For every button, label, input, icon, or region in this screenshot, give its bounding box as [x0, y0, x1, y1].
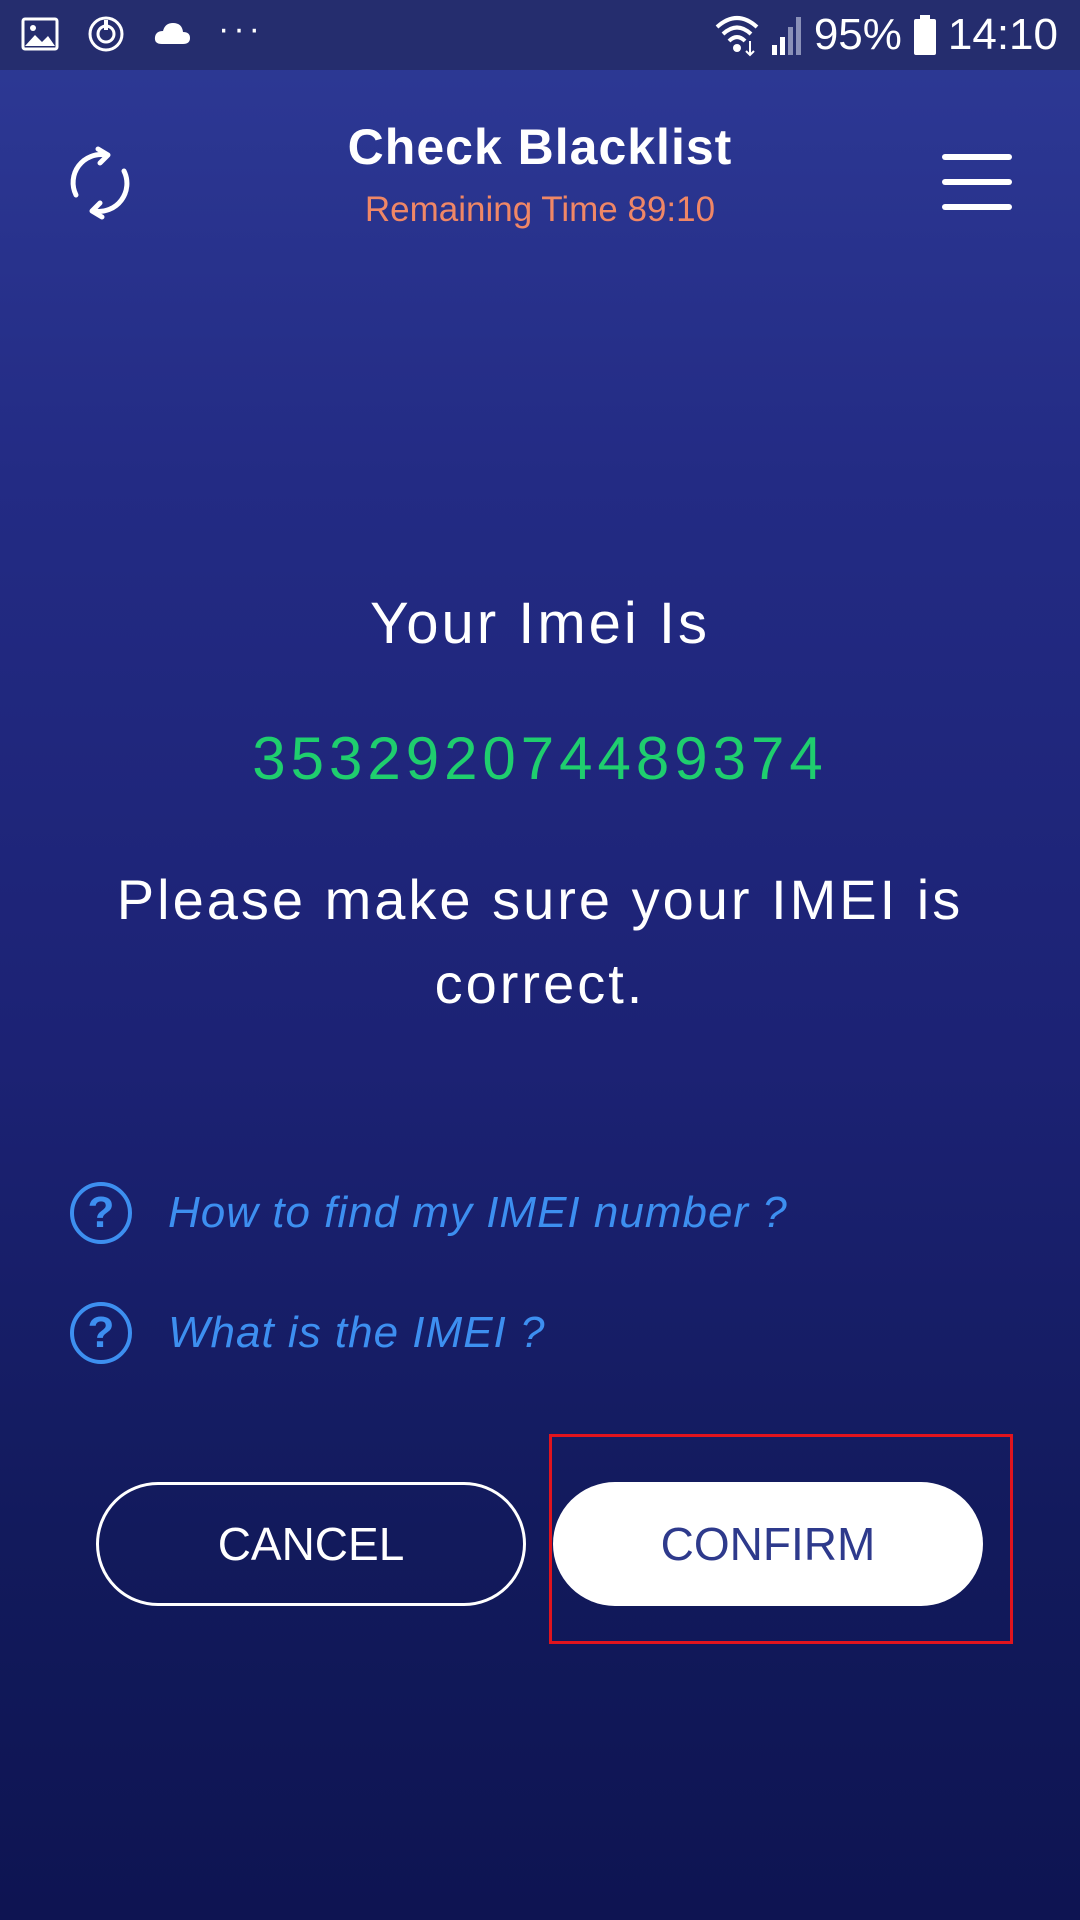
refresh-icon[interactable]	[62, 145, 138, 221]
wifi-icon	[715, 16, 759, 57]
status-bar-right: 95% 14:10	[714, 10, 1058, 60]
help-link-what-is-imei[interactable]: ? What is the IMEI ?	[70, 1298, 970, 1368]
confirm-highlight-box	[549, 1434, 1013, 1644]
page-title: Check Blacklist	[347, 119, 733, 175]
battery-icon	[913, 15, 936, 55]
imei-heading: Your Imei Is	[369, 591, 711, 656]
clock: 14:10	[947, 10, 1058, 59]
help-link-label: How to find my IMEI number ?	[168, 1188, 788, 1237]
menu-icon-bar	[942, 179, 1012, 185]
menu-icon-bar	[942, 154, 1012, 160]
question-icon: ?	[70, 1182, 132, 1244]
help-link-label: What is the IMEI ?	[168, 1308, 546, 1357]
status-bar-left: ···	[20, 10, 264, 54]
battery-percent: 95%	[813, 10, 902, 59]
imei-value: 353292074489374	[252, 725, 828, 792]
menu-icon[interactable]	[940, 150, 1016, 214]
signal-icon	[771, 17, 801, 55]
more-notifications-indicator: ···	[218, 10, 264, 48]
remaining-time: Remaining Time 89:10	[364, 190, 716, 229]
menu-icon-bar	[942, 204, 1012, 210]
imei-confirm-note: Please make sure your IMEI is correct.	[116, 868, 964, 1015]
sync-icon	[88, 16, 124, 52]
cancel-button[interactable]: CANCEL	[96, 1482, 526, 1606]
cloud-icon	[154, 23, 190, 44]
help-link-find-imei[interactable]: ? How to find my IMEI number ?	[70, 1178, 970, 1248]
gallery-icon	[21, 17, 59, 51]
status-bar: ··· 95% 14:10	[0, 0, 1080, 70]
question-icon: ?	[70, 1302, 132, 1364]
